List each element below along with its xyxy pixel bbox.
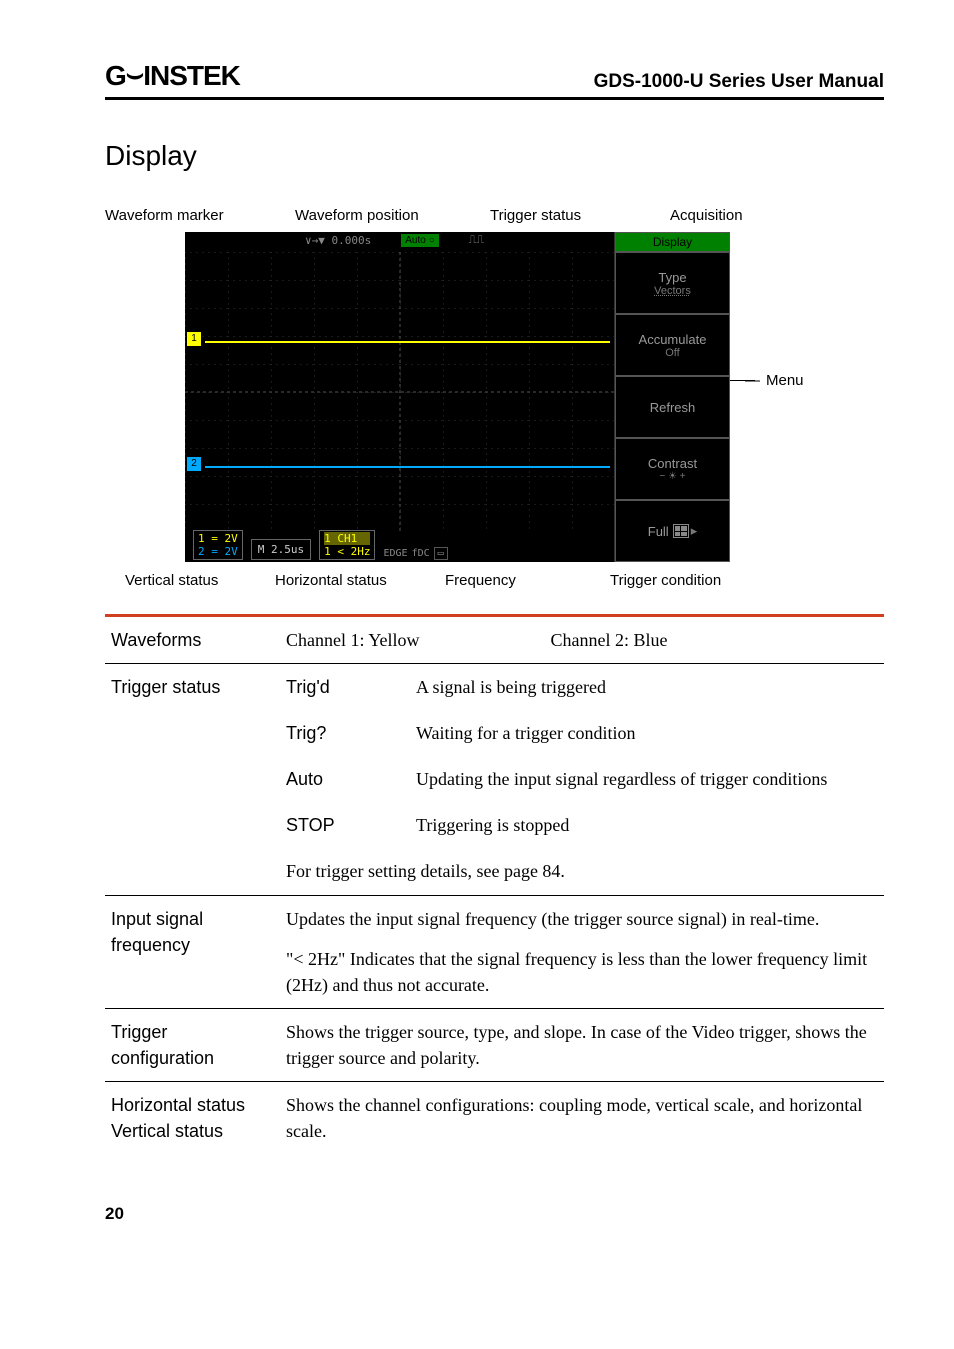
description-table: Waveforms Channel 1: Yellow Channel 2: B… [105,614,884,1154]
label-frequency: Frequency [445,572,610,589]
menu-item-type[interactable]: Type Vectors [615,252,730,314]
row-trigger-config-label: Trigger configuration [105,1008,280,1081]
menu-item-accumulate[interactable]: Accumulate Off [615,314,730,376]
channel-2-marker: 2 [187,457,201,471]
menu-item-refresh[interactable]: Refresh [615,376,730,438]
trig-name-0: Trig'd [280,664,410,711]
brand-logo: G⌣INSTEK [105,60,240,93]
menu-item-contrast[interactable]: Contrast − ☀ + [615,438,730,500]
grid-icon [673,524,689,538]
channel-1-marker: 1 [187,332,201,346]
page-number: 20 [105,1204,884,1224]
acquisition-icon: ⎍⎍ [469,234,484,247]
menu-header: Display [615,232,730,252]
trig-desc-2: Updating the input signal regardless of … [410,756,884,802]
vertical-status-readout: 1 = 2V 2 = 2V [193,530,243,560]
menu-item-full[interactable]: Full ▸ [615,500,730,562]
label-trigger-condition: Trigger condition [610,572,721,589]
menu-callout-label: —Menu [745,372,804,389]
hv-status-desc: Shows the channel configurations: coupli… [280,1082,884,1155]
label-waveform-position: Waveform position [295,207,490,224]
trig-desc-0: A signal is being triggered [410,664,884,711]
label-horizontal-status: Horizontal status [275,572,445,589]
oscilloscope-screen: 1 2 ∨→▼ 0.000s Auto ○ ⎍⎍ 1 = 2V 2 = 2V M… [185,232,730,562]
trigger-condition-readout: EDGE fDC ▭ [383,547,447,560]
frequency-readout: 1 CH1 1 < 2Hz [319,530,375,560]
row-input-signal-freq-label: Input signal frequency [105,895,280,1008]
row-trigger-status-label: Trigger status [105,664,280,895]
trig-desc-1: Waiting for a trigger condition [410,710,884,756]
manual-title: GDS-1000-U Series User Manual [594,71,884,93]
label-vertical-status: Vertical status [105,572,275,589]
row-waveforms-label: Waveforms [105,616,280,664]
trig-name-1: Trig? [280,710,410,756]
trig-name-2: Auto [280,756,410,802]
row-hstatus-label: Horizontal status [111,1092,274,1118]
waveforms-ch2: Channel 2: Blue [551,630,668,650]
trig-desc-3: Triggering is stopped [410,802,884,848]
waveform-grid [185,252,615,532]
waveforms-ch1: Channel 1: Yellow [286,627,546,653]
display-diagram: Waveform marker Waveform position Trigge… [105,207,884,589]
isf-p1: Updates the input signal frequency (the … [286,906,878,932]
label-waveform-marker: Waveform marker [105,207,295,224]
waveform-position-readout: ∨→▼ 0.000s [305,234,371,247]
label-acquisition: Acquisition [670,207,743,224]
trig-name-3: STOP [280,802,410,848]
section-heading: Display [105,140,884,172]
trigger-footer: For trigger setting details, see page 84… [280,848,884,895]
page-header: G⌣INSTEK GDS-1000-U Series User Manual [105,60,884,100]
label-trigger-status: Trigger status [490,207,670,224]
row-vstatus-label: Vertical status [111,1118,274,1144]
scope-side-menu: Display Type Vectors Accumulate Off Refr… [615,232,730,562]
trigger-config-desc: Shows the trigger source, type, and slop… [280,1008,884,1081]
isf-p2: "< 2Hz" Indicates that the signal freque… [286,946,878,998]
horizontal-status-readout: M 2.5us [251,539,311,560]
trigger-status-badge: Auto ○ [401,234,438,247]
